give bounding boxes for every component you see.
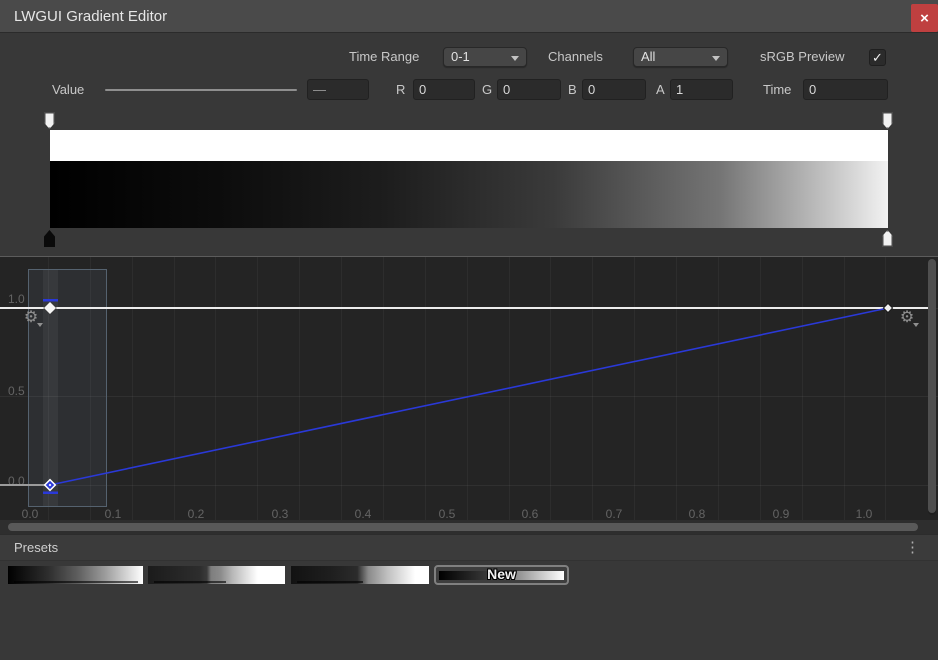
preset-swatch-new[interactable]: New bbox=[434, 565, 569, 585]
value-field-text: — bbox=[313, 82, 326, 97]
key-settings-button-left[interactable]: ⚙ bbox=[21, 308, 41, 328]
a-field[interactable]: 1 bbox=[670, 79, 733, 100]
value-slider[interactable] bbox=[105, 89, 297, 91]
curve-key-alpha-start[interactable] bbox=[44, 302, 57, 315]
b-field-value: 0 bbox=[588, 82, 595, 97]
a-label: A bbox=[656, 80, 665, 100]
preset-swatch-1[interactable] bbox=[8, 566, 143, 584]
checkmark-icon: ✓ bbox=[872, 50, 883, 65]
channels-value: All bbox=[641, 49, 655, 64]
gear-icon: ⚙ bbox=[900, 309, 914, 326]
alpha-marker-right[interactable] bbox=[882, 112, 893, 129]
preset-alpha-line bbox=[297, 581, 363, 583]
gradient-editor-window: LWGUI Gradient Editor × Time Range 0-1 C… bbox=[0, 0, 938, 660]
value-label: Value bbox=[52, 80, 84, 100]
close-icon: × bbox=[920, 10, 929, 27]
g-field[interactable]: 0 bbox=[497, 79, 561, 100]
srgb-preview-checkbox[interactable]: ✓ bbox=[869, 49, 886, 66]
channels-dropdown[interactable]: All bbox=[633, 47, 728, 67]
kebab-menu-icon[interactable]: ⋮ bbox=[905, 535, 920, 561]
channels-label: Channels bbox=[548, 47, 603, 67]
presets-header-bar: Presets ⋮ bbox=[0, 534, 938, 561]
b-label: B bbox=[568, 80, 577, 100]
g-label: G bbox=[482, 80, 492, 100]
horizontal-scrollbar-thumb[interactable] bbox=[8, 523, 918, 531]
time-field-value: 0 bbox=[809, 82, 816, 97]
alpha-preview-strip[interactable] bbox=[50, 130, 888, 161]
preset-alpha-line bbox=[14, 581, 138, 583]
b-field[interactable]: 0 bbox=[582, 79, 646, 100]
window-title: LWGUI Gradient Editor bbox=[14, 0, 167, 33]
r-field-value: 0 bbox=[419, 82, 426, 97]
curve-key-end[interactable] bbox=[883, 303, 892, 312]
gear-icon: ⚙ bbox=[24, 309, 38, 326]
g-field-value: 0 bbox=[503, 82, 510, 97]
srgb-preview-label: sRGB Preview bbox=[760, 47, 845, 67]
r-label: R bbox=[396, 80, 405, 100]
curve-key-value-start[interactable] bbox=[44, 479, 57, 492]
a-field-value: 1 bbox=[676, 82, 683, 97]
value-field[interactable]: — bbox=[307, 79, 369, 100]
time-range-value: 0-1 bbox=[451, 49, 470, 64]
time-range-dropdown[interactable]: 0-1 bbox=[443, 47, 527, 67]
time-field[interactable]: 0 bbox=[803, 79, 888, 100]
chevron-down-icon bbox=[511, 56, 519, 61]
tangent-handle[interactable] bbox=[43, 299, 58, 302]
preset-new-label: New bbox=[436, 566, 567, 582]
color-marker-right[interactable] bbox=[882, 230, 893, 247]
presets-title: Presets bbox=[14, 535, 58, 561]
vertical-scrollbar-thumb[interactable] bbox=[928, 259, 936, 513]
chevron-down-icon bbox=[712, 56, 720, 61]
title-bar: LWGUI Gradient Editor × bbox=[0, 0, 938, 33]
curve-editor[interactable]: 1.0 0.5 0.0 0.0 0.1 0.2 0.3 0.4 0.5 0.6 … bbox=[0, 256, 938, 520]
preset-alpha-line bbox=[154, 581, 226, 583]
alpha-marker-left[interactable] bbox=[44, 112, 55, 129]
curve-canvas bbox=[0, 257, 938, 520]
gradient-preview-strip[interactable] bbox=[50, 161, 888, 228]
tangent-handle[interactable] bbox=[43, 492, 58, 495]
preset-swatch-2[interactable] bbox=[148, 566, 285, 584]
r-field[interactable]: 0 bbox=[413, 79, 475, 100]
time-range-label: Time Range bbox=[349, 47, 419, 67]
horizontal-scrollbar[interactable] bbox=[0, 520, 938, 534]
time-label: Time bbox=[763, 80, 791, 100]
color-marker-left[interactable] bbox=[44, 230, 55, 247]
preset-swatch-3[interactable] bbox=[291, 566, 429, 584]
value-curve-line bbox=[50, 308, 888, 485]
key-settings-button-right[interactable]: ⚙ bbox=[897, 308, 917, 328]
close-button[interactable]: × bbox=[911, 4, 938, 32]
vertical-scrollbar[interactable] bbox=[928, 259, 936, 515]
